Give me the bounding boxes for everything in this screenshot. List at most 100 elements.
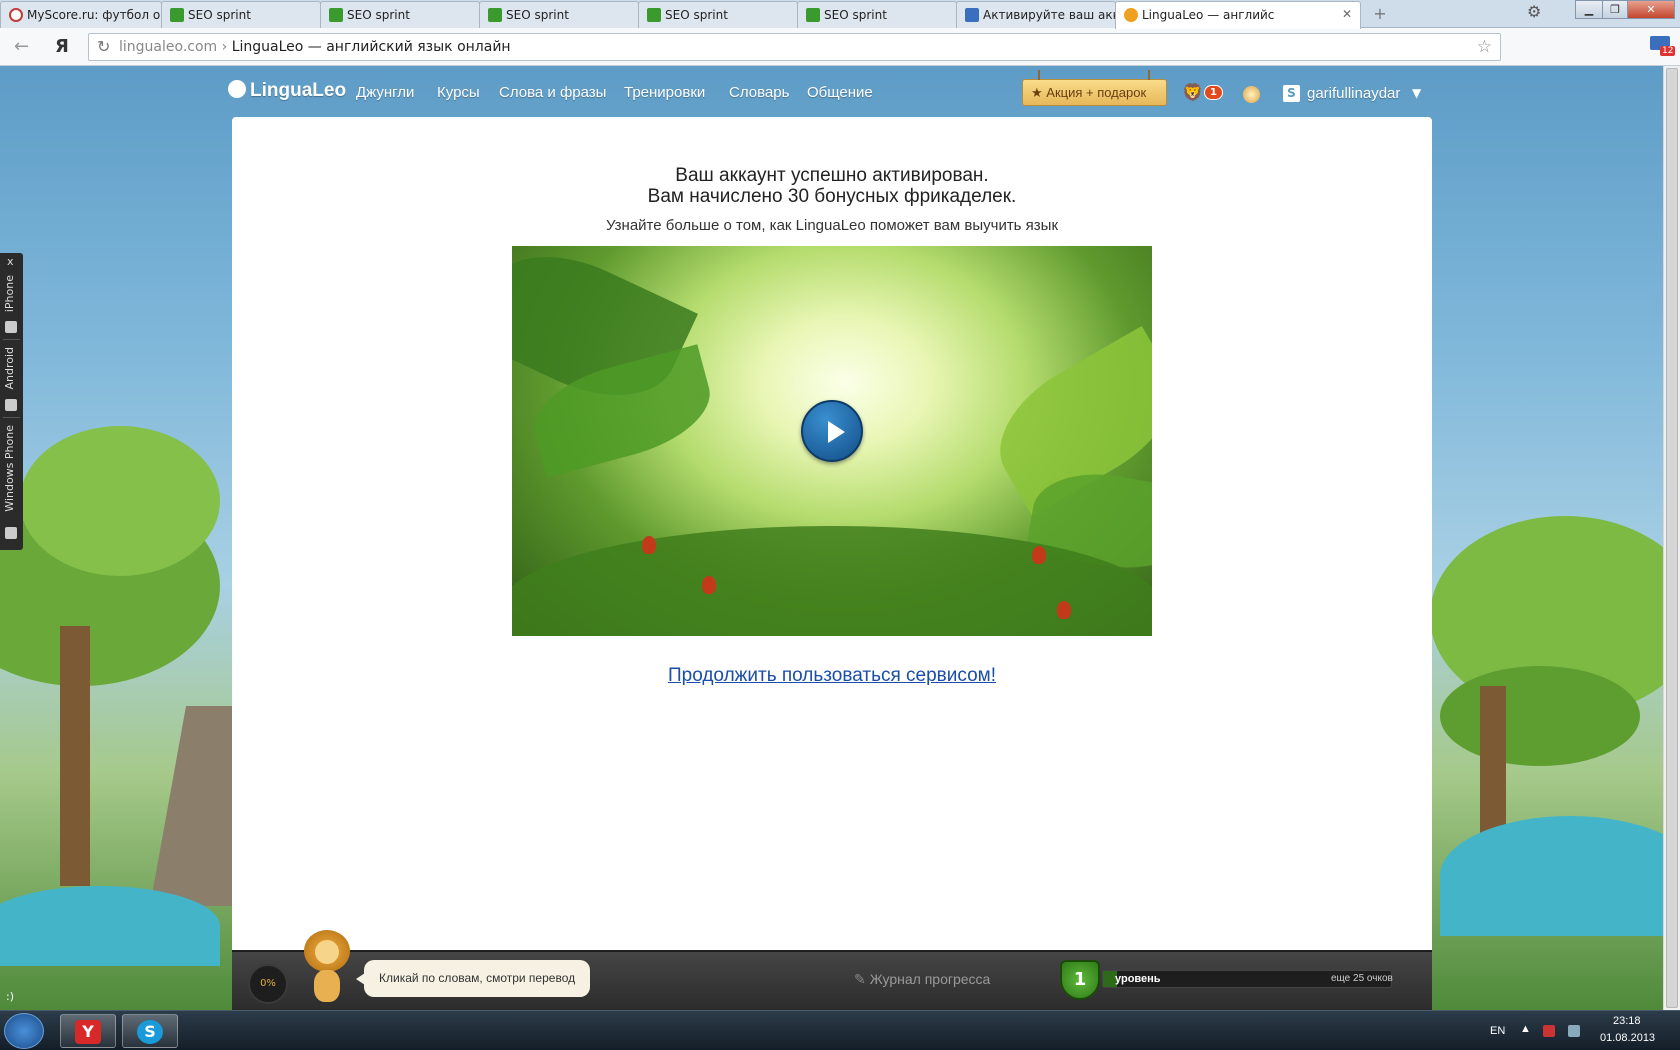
video-flower: [642, 536, 656, 554]
promo-string-right: [1148, 70, 1150, 80]
activation-heading-line1: Ваш аккаунт успешно активирован.: [675, 165, 989, 186]
browser-tab-strip: MyScore.ru: футбол о SEO sprint SEO spri…: [0, 0, 1680, 29]
continue-service-link[interactable]: Продолжить пользоваться сервисом!: [232, 665, 1432, 687]
language-indicator[interactable]: EN: [1490, 1025, 1505, 1037]
tab-seo-sprint-3[interactable]: SEO sprint: [479, 1, 639, 28]
tree-canopy-right-low: [1440, 666, 1640, 766]
meatball-icon[interactable]: [1243, 86, 1260, 103]
activate-favicon-icon: [965, 8, 979, 22]
lingualeo-logo[interactable]: LinguaLeo: [228, 80, 346, 102]
chevron-down-icon[interactable]: ▼: [1412, 86, 1421, 100]
tab-seo-sprint-4[interactable]: SEO sprint: [638, 1, 798, 28]
reload-icon[interactable]: ↻: [97, 37, 110, 56]
myscore-favicon-icon: [9, 8, 23, 22]
points-remaining: еще 25 очков: [1331, 973, 1393, 984]
taskbar-skype[interactable]: S: [122, 1014, 178, 1048]
seo-sprint-favicon-icon: [806, 8, 820, 22]
video-flower: [1032, 546, 1046, 564]
promo-string-left: [1038, 70, 1040, 80]
lake-right: [1440, 816, 1680, 936]
lingualeo-paw-icon: [228, 80, 246, 98]
windows-taskbar: Y S EN ▲ 23:18 01.08.2013: [0, 1010, 1680, 1050]
network-icon[interactable]: [1568, 1025, 1580, 1037]
video-flower: [702, 576, 716, 594]
yandex-button[interactable]: Я: [55, 36, 69, 57]
tab-title: LinguaLeo — английс: [1142, 8, 1275, 22]
windows-icon: [5, 527, 17, 539]
pyramid: [150, 706, 240, 906]
gear-icon[interactable]: ⚙: [1527, 2, 1541, 21]
tab-title: MyScore.ru: футбол о: [27, 8, 161, 22]
separator: [3, 417, 20, 418]
logo-text: LinguaLeo: [250, 80, 347, 101]
clock-date[interactable]: 01.08.2013: [1600, 1032, 1655, 1044]
maximize-window-button[interactable]: ❐: [1602, 0, 1628, 19]
main-content-card: Ваш аккаунт успешно активирован. Вам нач…: [232, 117, 1432, 950]
promo-gift-button[interactable]: ★ Акция + подарок: [1022, 70, 1167, 106]
video-flower: [1057, 601, 1071, 619]
minimize-window-button[interactable]: ▁: [1575, 0, 1603, 19]
site-header: LinguaLeo Джунгли Курсы Слова и фразы Тр…: [0, 66, 1680, 120]
tray-expand-icon[interactable]: ▲: [1520, 1023, 1531, 1035]
bookmark-star-icon[interactable]: ☆: [1477, 37, 1492, 57]
tree-canopy-left-top: [20, 426, 220, 576]
mail-count-badge: 12: [1660, 46, 1676, 56]
bottom-progress-bar: 0% Кликай по словам, смотри перевод ✎ Жур…: [232, 930, 1432, 1010]
tab-activate-account[interactable]: Активируйте ваш акк: [956, 1, 1116, 28]
play-icon[interactable]: [801, 400, 863, 462]
star-icon: ★: [1031, 85, 1043, 100]
nav-trainings[interactable]: Тренировки: [624, 84, 705, 101]
separator: [3, 339, 20, 340]
tab-seo-sprint-1[interactable]: SEO sprint: [161, 1, 321, 28]
windows-phone-app-link[interactable]: Windows Phone: [3, 425, 16, 512]
seo-sprint-favicon-icon: [647, 8, 661, 22]
nav-dictionary[interactable]: Словарь: [729, 84, 789, 101]
tab-title: SEO sprint: [347, 8, 410, 22]
username[interactable]: garifullinaydar: [1307, 85, 1400, 102]
intro-video-player[interactable]: [512, 246, 1152, 636]
lion-notification-icon[interactable]: 🦁: [1182, 83, 1203, 103]
promo-label: Акция + подарок: [1046, 85, 1147, 100]
taskbar-yandex-browser[interactable]: Y: [60, 1014, 116, 1048]
nav-jungle[interactable]: Джунгли: [356, 84, 414, 101]
clock-time[interactable]: 23:18: [1613, 1015, 1641, 1027]
user-avatar-icon[interactable]: S: [1283, 85, 1300, 102]
back-arrow-icon[interactable]: ←: [14, 36, 29, 57]
mobile-apps-panel: x iPhone Android Windows Phone: [0, 253, 23, 550]
android-app-link[interactable]: Android: [3, 347, 16, 390]
action-center-flag-icon[interactable]: [1543, 1025, 1555, 1037]
progress-journal-link[interactable]: ✎ Журнал прогресса: [854, 971, 990, 988]
nav-community[interactable]: Общение: [807, 84, 873, 101]
lion-face: [315, 940, 339, 964]
tab-title: SEO sprint: [665, 8, 728, 22]
windows-start-button[interactable]: [4, 1013, 44, 1049]
tab-seo-sprint-2[interactable]: SEO sprint: [320, 1, 480, 28]
hint-speech-bubble: Кликай по словам, смотри перевод: [355, 960, 591, 997]
seo-sprint-favicon-icon: [329, 8, 343, 22]
tree-trunk-left: [60, 626, 90, 886]
lion-mascot-icon: [304, 930, 350, 1004]
nav-courses[interactable]: Курсы: [437, 84, 480, 101]
tab-title: SEO sprint: [824, 8, 887, 22]
address-bar[interactable]: ↻ lingualeo.com › LinguaLeo — английский…: [88, 33, 1501, 61]
iphone-app-link[interactable]: iPhone: [3, 275, 16, 312]
yandex-browser-icon: Y: [75, 1020, 101, 1044]
skype-icon: S: [137, 1020, 163, 1044]
close-panel-icon[interactable]: x: [7, 255, 14, 268]
tab-lingualeo[interactable]: LinguaLeo — английс ✕: [1115, 1, 1361, 29]
tab-title: SEO sprint: [188, 8, 251, 22]
page-scrollbar[interactable]: [1663, 66, 1680, 1010]
scrollbar-thumb[interactable]: [1666, 68, 1678, 1008]
river-left: [0, 886, 220, 966]
level-shield-badge: 1: [1060, 960, 1100, 1000]
close-tab-icon[interactable]: ✕: [1342, 7, 1352, 21]
tab-myscore[interactable]: MyScore.ru: футбол о: [0, 1, 162, 28]
url-separator: ›: [221, 39, 228, 55]
activation-heading-line2: Вам начислено 30 бонусных фрикаделек.: [647, 186, 1017, 207]
nav-words-phrases[interactable]: Слова и фразы: [499, 84, 606, 101]
daily-progress-circle[interactable]: 0%: [248, 964, 288, 1004]
tab-seo-sprint-5[interactable]: SEO sprint: [797, 1, 957, 28]
url-page-title: LinguaLeo — английский язык онлайн: [231, 39, 511, 55]
close-window-button[interactable]: ✕: [1627, 0, 1675, 19]
new-tab-button[interactable]: +: [1370, 5, 1390, 22]
